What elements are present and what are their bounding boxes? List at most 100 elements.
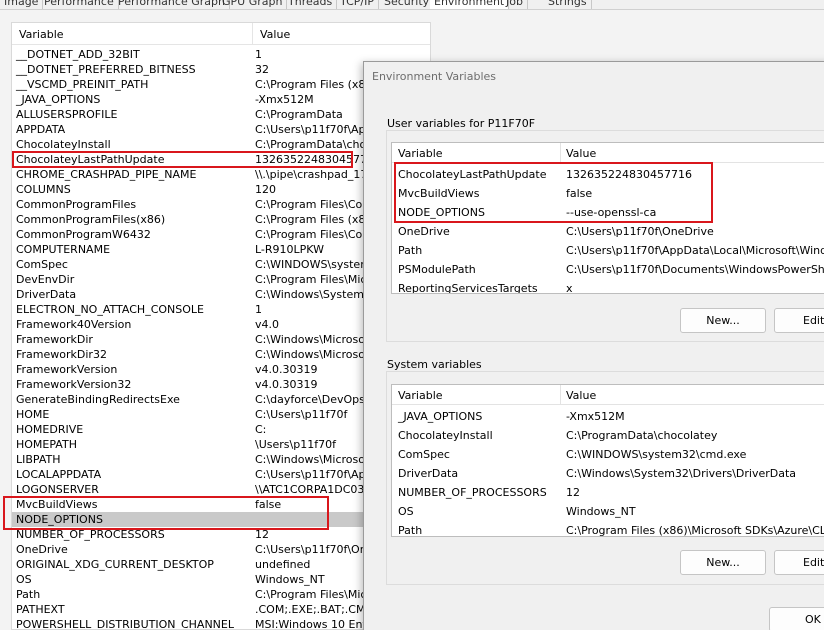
- variable-value: Windows_NT: [566, 505, 636, 518]
- variable-value: C:\WINDOWS\system32\cmd.exe: [566, 448, 747, 461]
- column-header-value[interactable]: Value: [260, 28, 290, 41]
- tab-performance[interactable]: Performance: [40, 0, 119, 9]
- variable-value: C:\Users\p11f70f: [255, 408, 348, 421]
- system-variables-list[interactable]: Variable Value _JAVA_OPTIONS -Xmx512M Choc…: [391, 384, 824, 537]
- variable-value: \\.\pipe\crashpad_178: [255, 168, 375, 181]
- variable-value: 12: [566, 486, 580, 499]
- variable-value: C:\Users\p11f70f\OneDrive: [566, 225, 714, 238]
- variable-value: 1: [255, 48, 262, 61]
- user-new-button[interactable]: New...: [680, 308, 766, 333]
- variable-name: COLUMNS: [16, 183, 71, 196]
- variable-value: \\ATC1CORPA1DC03: [255, 483, 365, 496]
- variable-name: OS: [398, 505, 414, 518]
- column-divider[interactable]: [560, 385, 561, 405]
- table-row[interactable]: ComSpec C:\WINDOWS\system32\cmd.exe: [392, 445, 824, 464]
- system-variables-label: System variables: [386, 358, 483, 371]
- table-row[interactable]: DriverData C:\Windows\System32\Drivers\Dr…: [392, 464, 824, 483]
- variable-name: NUMBER_OF_PROCESSORS: [398, 486, 547, 499]
- variable-name: FrameworkVersion: [16, 363, 118, 376]
- variable-value: 32: [255, 63, 269, 76]
- variable-name: OneDrive: [398, 225, 450, 238]
- variable-value: -Xmx512M: [255, 93, 314, 106]
- ok-button[interactable]: OK: [769, 607, 824, 630]
- table-row[interactable]: NUMBER_OF_PROCESSORS 12: [392, 483, 824, 502]
- system-new-button[interactable]: New...: [680, 550, 766, 575]
- variable-value: C:\Windows\Microsoft.: [255, 348, 377, 361]
- variable-value: C:\dayforce\DevOps\: [255, 393, 369, 406]
- column-header-variable[interactable]: Variable: [398, 147, 443, 160]
- variable-value: MSI:Windows 10 Enter: [255, 618, 379, 630]
- variable-name: CommonProgramW6432: [16, 228, 151, 241]
- variable-name: _JAVA_OPTIONS: [398, 410, 483, 423]
- variable-name: DriverData: [16, 288, 77, 301]
- column-divider[interactable]: [560, 143, 561, 163]
- variable-name: HOMEPATH: [16, 438, 77, 451]
- list-header: Variable Value: [392, 385, 824, 405]
- variable-value: undefined: [255, 558, 311, 571]
- variable-name: PATHEXT: [16, 603, 65, 616]
- system-edit-button[interactable]: Edit: [774, 550, 824, 575]
- table-row[interactable]: _JAVA_OPTIONS -Xmx512M: [392, 407, 824, 426]
- variable-name: LOGONSERVER: [16, 483, 99, 496]
- variable-value: C:\Users\p11f70f\AppData\Local\Microsoft…: [566, 244, 824, 257]
- variable-value: C:\Windows\System32\Drivers\DriverData: [566, 467, 797, 480]
- column-divider[interactable]: [252, 23, 253, 45]
- user-variables-label: User variables for P11F70F: [386, 117, 537, 130]
- variable-value: 120: [255, 183, 276, 196]
- column-header-variable[interactable]: Variable: [19, 28, 64, 41]
- variable-name: ComSpec: [16, 258, 68, 271]
- tab-strings[interactable]: Strings: [544, 0, 592, 9]
- table-row[interactable]: Path C:\Users\p11f70f\AppData\Local\Micro…: [392, 241, 824, 260]
- variable-value: C:\ProgramData: [255, 108, 343, 121]
- variable-value: C:\Windows\Microsoft.: [255, 453, 377, 466]
- column-header-variable[interactable]: Variable: [398, 389, 443, 402]
- table-row[interactable]: ChocolateyInstall C:\ProgramData\chocolat…: [392, 426, 824, 445]
- user-edit-button[interactable]: Edit: [774, 308, 824, 333]
- tab-job[interactable]: Job: [502, 0, 528, 9]
- dialog-title: Environment Variables: [372, 70, 497, 83]
- variable-name: CHROME_CRASHPAD_PIPE_NAME: [16, 168, 197, 181]
- variable-name: DevEnvDir: [16, 273, 75, 286]
- variable-value: 1: [255, 303, 262, 316]
- variable-name: ComSpec: [398, 448, 450, 461]
- variable-name: LOCALAPPDATA: [16, 468, 102, 481]
- column-header-value[interactable]: Value: [566, 147, 596, 160]
- variable-value: C:\Program Files (x86)\: [255, 213, 381, 226]
- tab-threads[interactable]: Threads: [284, 0, 338, 9]
- table-row[interactable]: ReportingServicesTargets x: [392, 279, 824, 293]
- tab-security[interactable]: Security: [380, 0, 435, 9]
- tab-gpu-graph[interactable]: GPU Graph: [218, 0, 288, 9]
- variable-value: Windows_NT: [255, 573, 325, 586]
- list-header: Variable Value: [392, 143, 824, 163]
- variable-name: __DOTNET_PREFERRED_BITNESS: [16, 63, 196, 76]
- table-row[interactable]: PSModulePath C:\Users\p11f70f\Documents\W…: [392, 260, 824, 279]
- tab-image[interactable]: Image: [0, 0, 44, 9]
- variable-value: C:\Program Files (x86)\: [255, 78, 381, 91]
- variable-name: ChocolateyInstall: [398, 429, 493, 442]
- tab-tcpip[interactable]: TCP/IP: [336, 0, 379, 9]
- variable-name: OneDrive: [16, 543, 68, 556]
- variable-name: Path: [398, 244, 423, 257]
- column-header-value[interactable]: Value: [566, 389, 596, 402]
- variable-name: _JAVA_OPTIONS: [16, 93, 101, 106]
- variable-name: Path: [16, 588, 41, 601]
- table-row[interactable]: OneDrive C:\Users\p11f70f\OneDrive: [392, 222, 824, 241]
- tab-performance-graph[interactable]: Performance Graph: [114, 0, 230, 9]
- variable-name: CommonProgramFiles: [16, 198, 137, 211]
- variable-name: OS: [16, 573, 32, 586]
- table-row[interactable]: __DOTNET_ADD_32BIT 1: [12, 47, 430, 62]
- variable-name: ORIGINAL_XDG_CURRENT_DESKTOP: [16, 558, 214, 571]
- variable-value: C:\Program Files (x86)\Microsoft SDKs\Az…: [566, 524, 824, 537]
- table-row[interactable]: OS Windows_NT: [392, 502, 824, 521]
- variable-value: C:\Users\p11f70f\One: [255, 543, 374, 556]
- variable-name: APPDATA: [16, 123, 66, 136]
- environment-variables-dialog: Environment Variables User variables for…: [363, 61, 824, 630]
- variable-name: Framework40Version: [16, 318, 132, 331]
- variable-name: HOME: [16, 408, 50, 421]
- tab-environment[interactable]: Environment: [430, 0, 510, 9]
- highlight-box-chocolatey: [12, 151, 353, 168]
- variable-name: PSModulePath: [398, 263, 476, 276]
- table-row[interactable]: Path C:\Program Files (x86)\Microsoft SDK…: [392, 521, 824, 537]
- variable-value: v4.0: [255, 318, 280, 331]
- variable-value: L-R910LPKW: [255, 243, 325, 256]
